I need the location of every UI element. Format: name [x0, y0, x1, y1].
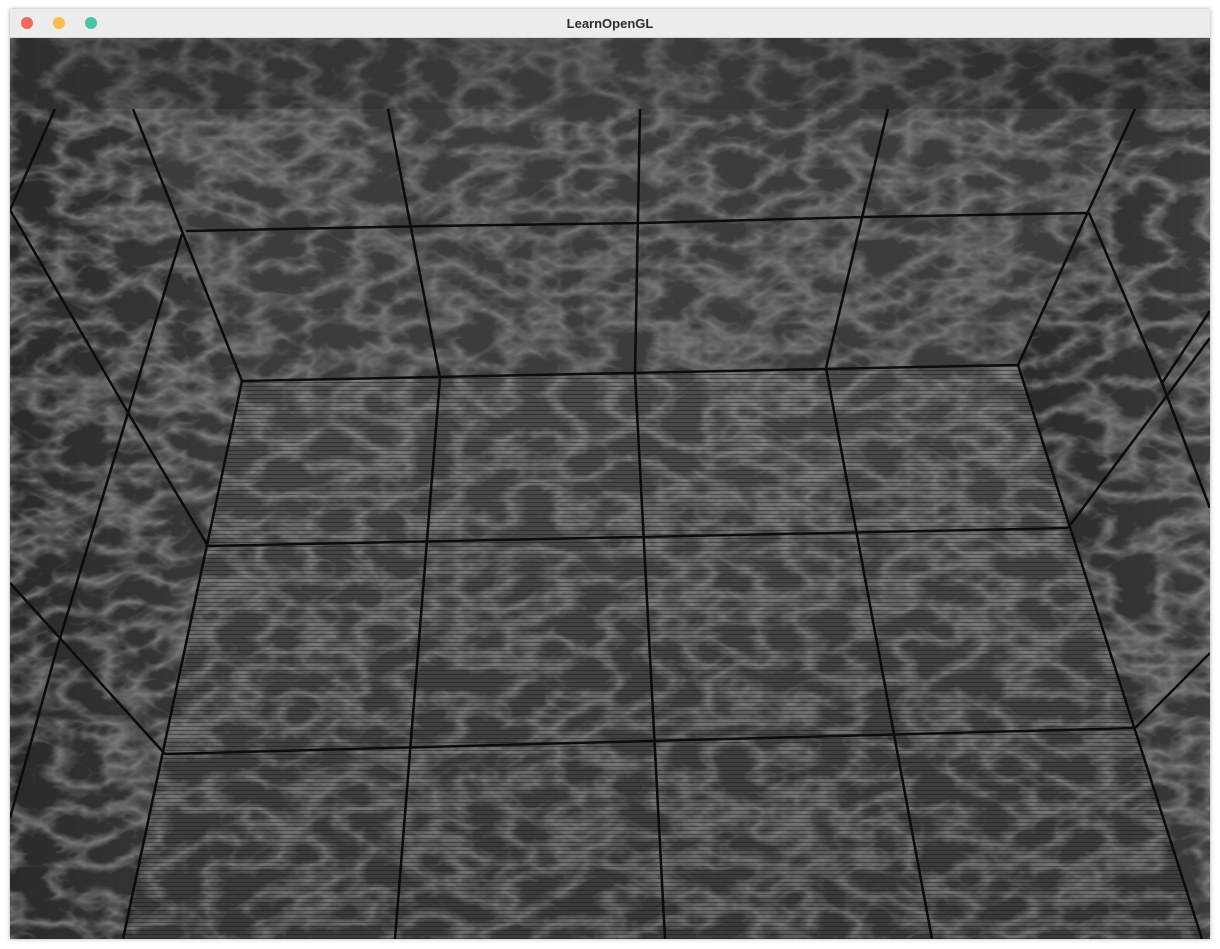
window-title: LearnOpenGL [566, 16, 654, 31]
app-window: LearnOpenGL [10, 9, 1210, 939]
opengl-viewport[interactable] [10, 38, 1210, 939]
scene-render [10, 38, 1210, 939]
title-bar[interactable]: LearnOpenGL [10, 9, 1210, 38]
